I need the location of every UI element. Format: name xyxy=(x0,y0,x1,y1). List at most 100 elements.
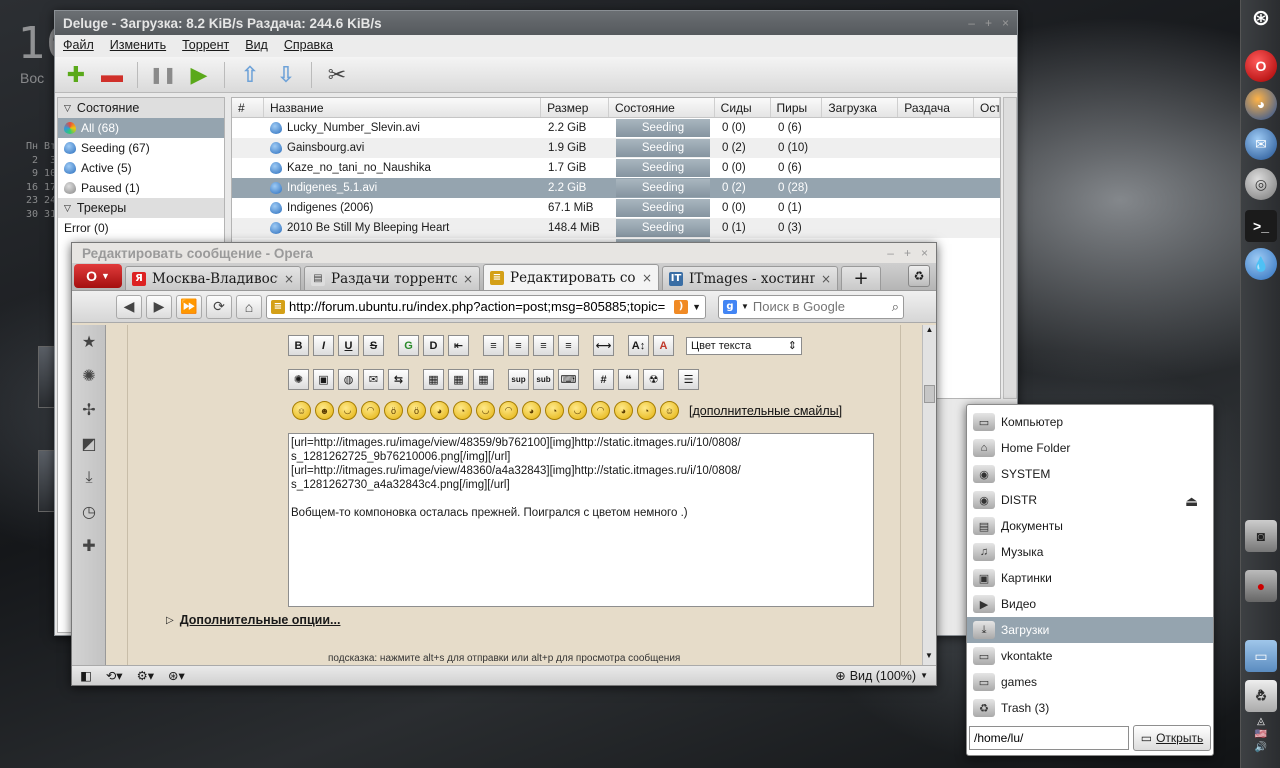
format-button[interactable]: ≡ xyxy=(508,335,529,356)
smiley-icon[interactable]: ◕ xyxy=(430,401,449,420)
places-item[interactable]: ♫ Музыка xyxy=(967,539,1213,565)
column-header[interactable]: # xyxy=(232,98,264,117)
menu-item[interactable]: Вид xyxy=(245,38,268,54)
text-color-select[interactable]: Цвет текста ⇕ xyxy=(686,336,802,355)
places-item[interactable]: ◉ DISTR xyxy=(967,487,1213,513)
table-icon[interactable]: ▦ xyxy=(423,369,444,390)
search-icon[interactable]: ⌕ xyxy=(892,299,899,315)
menu-item[interactable]: Торрент xyxy=(182,38,229,54)
radioactive-icon[interactable]: ☢ xyxy=(643,369,664,390)
torrent-table-scrollbar[interactable] xyxy=(1003,97,1017,399)
chevron-down-icon[interactable]: ▼ xyxy=(692,302,701,312)
minimize-button[interactable]: – xyxy=(968,16,975,30)
places-item[interactable]: ▭ Компьютер xyxy=(967,409,1213,435)
reload-button[interactable]: ⟳ xyxy=(206,294,232,319)
fast-forward-button[interactable]: ⏩ xyxy=(176,294,202,319)
address-bar[interactable]: ≡ ) ▼ xyxy=(266,294,706,319)
tab[interactable]: ▤ Раздачи торрентов × xyxy=(304,266,480,290)
format-button[interactable]: I xyxy=(313,335,334,356)
globe-icon[interactable]: ◍ xyxy=(338,369,359,390)
smiley-icon[interactable]: ◕ xyxy=(522,401,541,420)
places-item[interactable]: ▶ Видео xyxy=(967,591,1213,617)
format-button-sup[interactable]: sup xyxy=(508,369,529,390)
more-options-toggle[interactable]: ▷ Дополнительные опции... xyxy=(166,613,340,627)
format-button[interactable]: ⇤ xyxy=(448,335,469,356)
tab[interactable]: IT ITmages - хостинг … × xyxy=(662,266,838,290)
format-button-sub[interactable]: sub xyxy=(533,369,554,390)
unite-icon[interactable]: ⚙▾ xyxy=(137,668,154,683)
opera-titlebar[interactable]: Редактировать сообщение - Opera – + × xyxy=(72,243,936,263)
search-input[interactable] xyxy=(752,299,888,314)
flash-icon[interactable]: ✺ xyxy=(288,369,309,390)
search-box[interactable]: g ▼ ⌕ xyxy=(718,294,904,319)
format-button[interactable]: ≡ xyxy=(533,335,554,356)
queue-up-button[interactable]: ⇧ xyxy=(235,60,265,90)
dragonfly-icon[interactable]: ⊛▾ xyxy=(168,668,185,683)
scroll-thumb[interactable] xyxy=(924,385,935,403)
format-button[interactable]: A xyxy=(653,335,674,356)
media-icon[interactable]: ● xyxy=(1245,570,1277,602)
table-cell-icon[interactable]: ▦ xyxy=(473,369,494,390)
places-item[interactable]: ⤓ Загрузки xyxy=(967,617,1213,643)
format-button[interactable]: A↕ xyxy=(628,335,649,356)
address-input[interactable] xyxy=(289,299,671,314)
image-icon[interactable]: ▣ xyxy=(313,369,334,390)
preferences-button[interactable]: ✂ xyxy=(322,60,352,90)
smiley-icon[interactable]: ◕ xyxy=(614,401,633,420)
table-row[interactable]: Indigenes_5.1.avi 2.2 GiB Seeding 0 (2) 0 (2… xyxy=(232,178,1000,198)
disk-utility-icon[interactable]: ◎ xyxy=(1245,168,1277,200)
queue-down-button[interactable]: ⇩ xyxy=(271,60,301,90)
smiley-icon[interactable]: ◔ xyxy=(453,401,472,420)
quote-icon[interactable]: ❝ xyxy=(618,369,639,390)
places-item[interactable]: ⌂ Home Folder xyxy=(967,435,1213,461)
format-button[interactable]: ⟷ xyxy=(593,335,614,356)
state-filter-item[interactable]: All (68) xyxy=(58,118,224,138)
format-button[interactable]: D xyxy=(423,335,444,356)
rss-feed-icon[interactable]: ) xyxy=(674,299,689,314)
remove-torrent-button[interactable]: ▬ xyxy=(97,60,127,90)
column-header[interactable]: Раздача xyxy=(898,98,975,117)
notes-icon[interactable]: ◩ xyxy=(72,427,106,461)
add-panel-icon[interactable]: ✚ xyxy=(72,529,106,563)
table-row[interactable]: Indigenes (2006) 67.1 MiB Seeding 0 (0) 0 (1… xyxy=(232,198,1000,218)
folder-icon[interactable]: ▭ xyxy=(1245,640,1277,672)
deluge-titlebar[interactable]: Deluge - Загрузка: 8.2 KiB/s Раздача: 24… xyxy=(55,11,1017,35)
zoom-control[interactable]: ⊕ Вид (100%) ▼ xyxy=(835,668,928,684)
turbo-icon[interactable]: ⟲▾ xyxy=(106,668,123,683)
column-header[interactable]: Пиры xyxy=(771,98,823,117)
forward-button[interactable]: ▶ xyxy=(146,294,172,319)
scroll-down-icon[interactable]: ▼ xyxy=(923,651,935,665)
open-button[interactable]: ▭ Открыть xyxy=(1133,725,1211,751)
close-button[interactable]: × xyxy=(1002,16,1009,30)
panel-toggle-icon[interactable]: ◧ xyxy=(80,668,92,683)
places-item[interactable]: ▭ vkontakte xyxy=(967,643,1213,669)
smiley-icon[interactable]: ◡ xyxy=(476,401,495,420)
email-icon[interactable]: ✉ xyxy=(363,369,384,390)
more-smileys-link[interactable]: [дополнительные смайлы] xyxy=(689,404,842,418)
volume-icon[interactable]: 🔊 xyxy=(1255,742,1267,753)
scroll-up-icon[interactable]: ▲ xyxy=(923,325,936,339)
column-header[interactable]: Размер xyxy=(541,98,609,117)
places-item[interactable]: ▭ games xyxy=(967,669,1213,695)
column-header[interactable]: Ост xyxy=(974,98,1000,117)
table-row[interactable]: Kaze_no_tani_no_Naushika 1.7 GiB Seeding 0 … xyxy=(232,158,1000,178)
smiley-icon[interactable]: ö xyxy=(384,401,403,420)
list-icon[interactable]: ☰ xyxy=(678,369,699,390)
ubuntu-logo-icon[interactable]: ⊛ xyxy=(1245,2,1277,34)
places-item[interactable]: ▤ Документы xyxy=(967,513,1213,539)
smiley-icon[interactable]: ◔ xyxy=(545,401,564,420)
tracker-filter-item[interactable]: Error (0) xyxy=(58,218,224,238)
smiley-icon[interactable]: ◠ xyxy=(361,401,380,420)
path-input[interactable] xyxy=(969,726,1129,750)
close-icon[interactable]: × xyxy=(284,272,294,286)
drive-icon[interactable]: ◙ xyxy=(1245,520,1277,552)
network-icon[interactable]: ◬ xyxy=(1257,716,1265,727)
close-button[interactable]: × xyxy=(921,246,928,260)
trash-can-icon[interactable]: ♻ xyxy=(908,265,930,287)
ftp-icon[interactable]: ⇆ xyxy=(388,369,409,390)
close-icon[interactable]: × xyxy=(463,272,473,286)
smiley-icon[interactable]: ◠ xyxy=(499,401,518,420)
close-icon[interactable]: × xyxy=(642,271,652,285)
settings-icon[interactable]: ✺ xyxy=(72,359,106,393)
format-button[interactable]: B xyxy=(288,335,309,356)
